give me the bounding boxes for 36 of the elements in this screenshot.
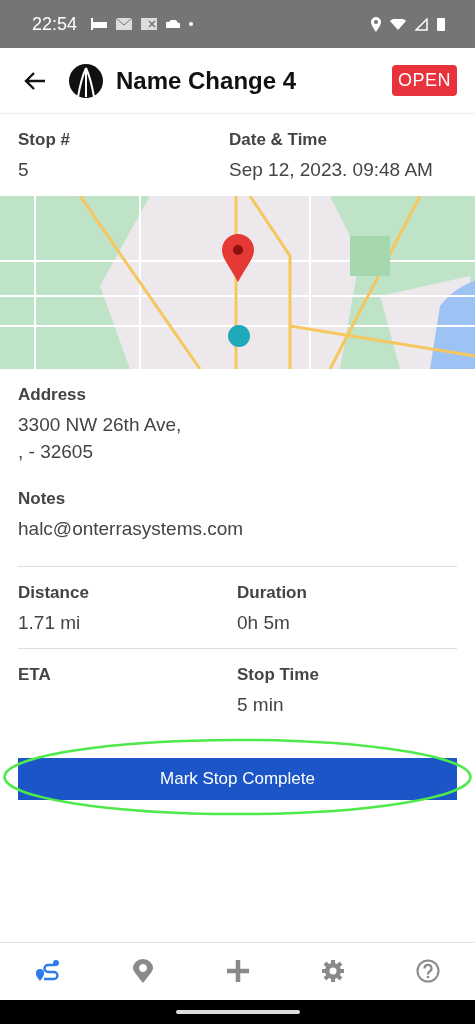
settings-icon[interactable]	[320, 958, 345, 983]
field-label: Stop #	[18, 130, 71, 150]
dot-icon	[189, 22, 194, 26]
battery-icon	[437, 17, 445, 31]
location-icon	[371, 16, 381, 32]
page-title: Name Change 4	[116, 66, 297, 95]
mail-icon	[116, 18, 133, 30]
route-icon[interactable]	[34, 958, 61, 983]
location-pin-icon[interactable]	[132, 958, 153, 983]
address-line: , - 32605	[18, 440, 94, 464]
bed-icon	[91, 18, 108, 30]
field-label: Date & Time	[229, 130, 328, 150]
cloud-icon	[166, 20, 181, 28]
wifi-icon	[390, 18, 406, 30]
mark-complete-button[interactable]: Mark Stop Complete	[18, 758, 457, 800]
field-label: Stop Time	[237, 665, 320, 685]
field-label: Duration	[237, 583, 308, 603]
mail-icon	[141, 18, 158, 30]
field-label: ETA	[18, 665, 52, 685]
back-arrow-icon[interactable]	[24, 71, 46, 90]
add-icon[interactable]	[225, 958, 250, 983]
field-value: 5 min	[237, 693, 285, 717]
logo-icon	[68, 62, 104, 99]
field-value: 5	[18, 158, 30, 182]
field-value: 1.71 mi	[18, 611, 82, 635]
field-label: Distance	[18, 583, 90, 603]
help-icon[interactable]	[415, 958, 440, 983]
status-badge: OPEN	[392, 65, 457, 96]
field-label: Notes	[18, 489, 67, 509]
signal-icon	[415, 17, 428, 31]
status-time: 22:54	[32, 13, 78, 35]
field-value: halc@onterrasystems.com	[18, 517, 245, 541]
address-line: 3300 NW 26th Ave,	[18, 413, 183, 437]
field-value: 0h 5m	[237, 611, 291, 635]
field-value: Sep 12, 2023. 09:48 AM	[229, 158, 434, 182]
field-label: Address	[18, 385, 88, 405]
